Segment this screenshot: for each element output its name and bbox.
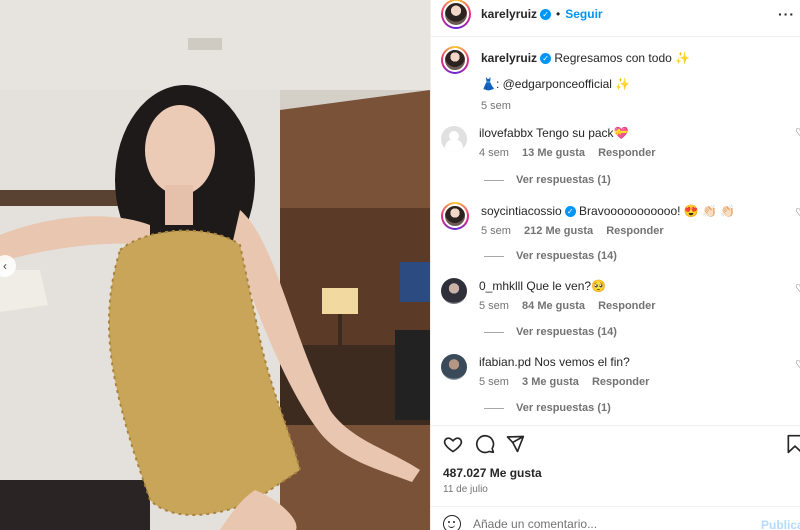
comment-avatar[interactable] <box>441 354 467 380</box>
photo-illustration <box>0 0 430 530</box>
post-modal: ‹ karelyruiz ✓ • Seguir ··· karelyruiz ✓ … <box>0 0 800 530</box>
reply-button[interactable]: Responder <box>606 225 663 237</box>
comment-username[interactable]: ifabian.pd <box>479 355 531 369</box>
like-comment-heart-icon[interactable]: ♡ <box>795 358 800 371</box>
post-header: karelyruiz ✓ • Seguir ··· <box>431 0 800 29</box>
view-replies-label: Ver respuestas (14) <box>516 326 617 338</box>
comment-likes[interactable]: 13 Me gusta <box>522 147 585 159</box>
action-bar <box>431 432 800 458</box>
comment-text: Tengo su pack💝 <box>536 126 629 140</box>
comment-likes[interactable]: 84 Me gusta <box>522 300 585 312</box>
comment-input[interactable] <box>473 515 743 530</box>
replies-line <box>484 407 504 409</box>
heart-icon[interactable] <box>443 434 463 454</box>
view-replies-label: Ver respuestas (1) <box>516 402 611 414</box>
like-comment-heart-icon[interactable]: ♡ <box>795 126 800 139</box>
comment-likes[interactable]: 212 Me gusta <box>524 225 593 237</box>
add-comment-bar: Publicar <box>431 506 800 530</box>
emoji-icon[interactable] <box>443 515 461 530</box>
comment-username[interactable]: 0_mhklll <box>479 279 523 293</box>
caption-username[interactable]: karelyruiz <box>481 51 537 65</box>
caption-avatar[interactable] <box>441 46 469 74</box>
comment-text: Nos vemos el fin? <box>534 355 630 369</box>
verified-badge-icon: ✓ <box>540 8 552 20</box>
post-sidebar: karelyruiz ✓ • Seguir ··· karelyruiz ✓ Re… <box>430 0 800 530</box>
view-replies-button[interactable]: Ver respuestas (14) <box>484 250 617 262</box>
comment-time: 5 sem <box>479 376 509 388</box>
comment-item: ilovefabbx Tengo su pack💝 4 sem 13 Me gu… <box>441 126 800 159</box>
post-image[interactable]: ‹ <box>0 0 430 530</box>
view-replies-button[interactable]: Ver respuestas (1) <box>484 174 611 186</box>
caption-text-line2: 👗: @edgarponceofficial ✨ <box>481 77 631 91</box>
comment-time: 5 sem <box>481 225 511 237</box>
author-avatar[interactable] <box>441 0 471 29</box>
like-comment-heart-icon[interactable]: ♡ <box>795 282 800 295</box>
comment-item: 0_mhklll Que le ven?🥺 5 sem 84 Me gusta … <box>441 278 800 312</box>
comment-username[interactable]: ilovefabbx <box>479 126 533 140</box>
verified-badge-icon: ✓ <box>564 206 576 218</box>
view-replies-label: Ver respuestas (1) <box>516 174 611 186</box>
reply-button[interactable]: Responder <box>598 147 655 159</box>
more-options-button[interactable]: ··· <box>778 6 795 22</box>
like-count[interactable]: 487.027 Me gusta <box>443 466 542 480</box>
comment-username[interactable]: soycintiacossio <box>481 204 562 218</box>
like-comment-heart-icon[interactable]: ♡ <box>795 206 800 219</box>
header-divider <box>431 36 800 37</box>
comment-text: Que le ven?🥺 <box>526 279 607 293</box>
chevron-left-icon: ‹ <box>3 259 7 273</box>
view-replies-button[interactable]: Ver respuestas (14) <box>484 326 617 338</box>
comment-avatar[interactable] <box>441 126 467 152</box>
follow-button[interactable]: Seguir <box>565 7 602 21</box>
bookmark-icon[interactable] <box>785 434 800 454</box>
replies-line <box>484 255 504 257</box>
view-replies-button[interactable]: Ver respuestas (1) <box>484 402 611 414</box>
comment-text: Bravooooooooooo! 😍 👏🏻 👏🏻 <box>579 204 736 218</box>
actions-divider <box>431 425 800 426</box>
comment-item: soycintiacossio ✓ Bravooooooooooo! 😍 👏🏻 👏… <box>441 202 800 237</box>
reply-button[interactable]: Responder <box>598 300 655 312</box>
reply-button[interactable]: Responder <box>592 376 649 388</box>
caption: karelyruiz ✓ Regresamos con todo ✨ 👗: @ed… <box>441 46 800 112</box>
caption-text-line1: Regresamos con todo ✨ <box>554 51 691 65</box>
verified-badge-icon: ✓ <box>540 53 552 65</box>
comment-avatar[interactable] <box>441 278 467 304</box>
comment-time: 5 sem <box>479 300 509 312</box>
separator-dot: • <box>556 7 561 21</box>
comment-item: ifabian.pd Nos vemos el fin? 5 sem 3 Me … <box>441 354 800 388</box>
post-date: 11 de julio <box>443 484 488 495</box>
replies-line <box>484 179 504 181</box>
share-icon[interactable] <box>505 434 525 454</box>
comment-time: 4 sem <box>479 147 509 159</box>
caption-time: 5 sem <box>481 100 511 112</box>
view-replies-label: Ver respuestas (14) <box>516 250 617 262</box>
comment-likes[interactable]: 3 Me gusta <box>522 376 579 388</box>
replies-line <box>484 331 504 333</box>
publish-button[interactable]: Publicar <box>761 518 800 530</box>
comments-list[interactable]: karelyruiz ✓ Regresamos con todo ✨ 👗: @ed… <box>431 40 800 425</box>
comment-icon[interactable] <box>475 434 495 454</box>
comment-avatar[interactable] <box>441 202 469 230</box>
author-username[interactable]: karelyruiz <box>481 7 537 21</box>
